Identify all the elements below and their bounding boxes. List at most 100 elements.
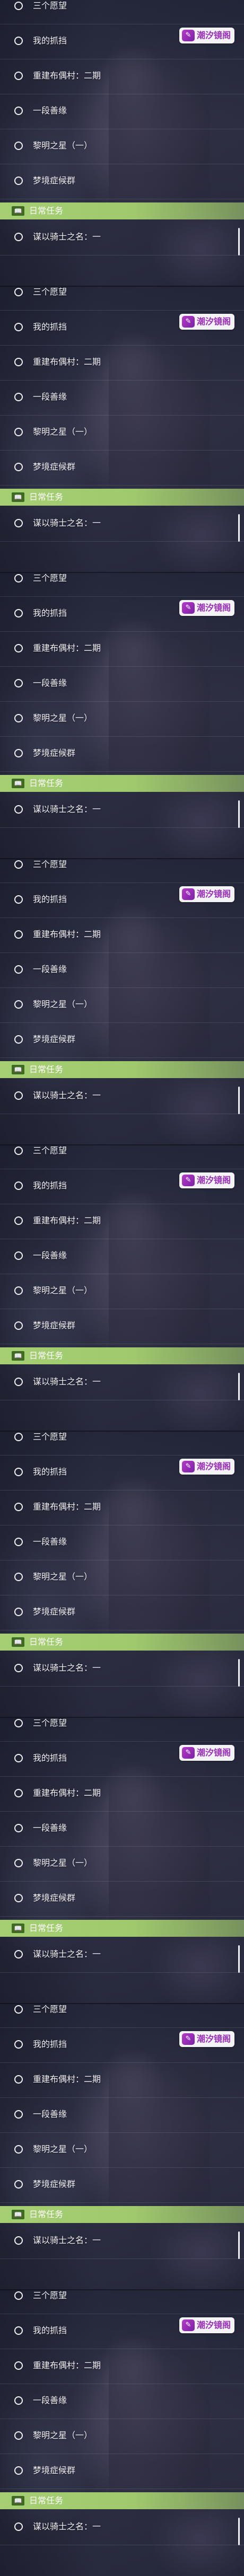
quest-item[interactable]: 梦境症候群 — [0, 1023, 244, 1058]
quest-item[interactable]: 梦境症候群 — [0, 1882, 244, 1917]
quest-item[interactable]: 黎明之星（一） — [0, 2419, 244, 2454]
quest-label: 谋以骑士之名：一 — [33, 2235, 101, 2245]
quest-label: 重建布偶村：二期 — [33, 1502, 101, 1512]
quest-item[interactable]: 三个愿望 — [0, 2290, 244, 2314]
watermark-badge: ✎ 潮汐镜阁 — [179, 1172, 234, 1188]
scrollbar-thumb[interactable] — [238, 1945, 240, 1973]
quest-item[interactable]: 一段善缘 — [0, 1812, 244, 1847]
quest-item[interactable]: 三个愿望 — [0, 2004, 244, 2028]
quest-item[interactable]: 黎明之星（一） — [0, 129, 244, 164]
quest-item[interactable]: 三个愿望 — [0, 572, 244, 597]
quest-item[interactable]: 重建布偶村：二期 — [0, 632, 244, 667]
quest-item[interactable]: 三个愿望 — [0, 286, 244, 311]
quest-item[interactable]: 黎明之星（一） — [0, 1847, 244, 1882]
quest-item[interactable]: 三个愿望 — [0, 1145, 244, 1169]
scrollbar-thumb[interactable] — [238, 1087, 240, 1114]
quest-item[interactable]: 重建布偶村：二期 — [0, 1204, 244, 1239]
quest-item[interactable]: 重建布偶村：二期 — [0, 918, 244, 953]
quest-item[interactable]: 黎明之星（一） — [0, 1274, 244, 1309]
quest-label: 一段善缘 — [33, 105, 67, 116]
watermark-text: 潮汐镜阁 — [197, 1461, 231, 1471]
panel-divider — [0, 2003, 244, 2004]
daily-quests-header[interactable]: 📖 日常任务 — [0, 489, 244, 506]
quest-item[interactable]: 梦境症候群 — [0, 737, 244, 772]
scrollbar-thumb[interactable] — [238, 2231, 240, 2259]
quest-item-daily[interactable]: 谋以骑士之名：一 — [0, 2510, 244, 2545]
quest-item[interactable]: 重建布偶村：二期 — [0, 2063, 244, 2098]
book-icon: 📖 — [12, 1065, 24, 1074]
radio-circle-icon — [14, 930, 23, 939]
quest-item-daily[interactable]: 谋以骑士之名：一 — [0, 1652, 244, 1687]
scrollbar-thumb[interactable] — [238, 1659, 240, 1687]
quest-item[interactable]: 一段善缘 — [0, 1239, 244, 1274]
quest-item[interactable]: 一段善缘 — [0, 2098, 244, 2133]
quest-item[interactable]: 三个愿望 — [0, 1717, 244, 1742]
quest-item-daily[interactable]: 谋以骑士之名：一 — [0, 507, 244, 542]
scrollbar-thumb[interactable] — [238, 228, 240, 255]
daily-quests-header[interactable]: 📖 日常任务 — [0, 1061, 244, 1078]
quest-label: 三个愿望 — [33, 573, 67, 583]
quest-item-daily[interactable]: 谋以骑士之名：一 — [0, 1938, 244, 1973]
panel-divider — [0, 1431, 244, 1432]
quest-item[interactable]: 黎明之星（一） — [0, 416, 244, 451]
quest-item-daily[interactable]: 谋以骑士之名：一 — [0, 793, 244, 828]
daily-quests-header[interactable]: 📖 日常任务 — [0, 1634, 244, 1651]
quest-item-daily[interactable]: 谋以骑士之名：一 — [0, 220, 244, 255]
quest-item[interactable]: 重建布偶村：二期 — [0, 2349, 244, 2384]
radio-circle-icon — [14, 714, 23, 722]
quest-item[interactable]: 三个愿望 — [0, 859, 244, 883]
radio-circle-icon — [14, 1433, 23, 1441]
book-icon: 📖 — [12, 2210, 24, 2219]
quest-item[interactable]: 一段善缘 — [0, 381, 244, 416]
radio-circle-icon — [14, 358, 23, 366]
scrollbar-thumb[interactable] — [238, 1373, 240, 1400]
quest-item[interactable]: 一段善缘 — [0, 2384, 244, 2419]
scrollbar-thumb[interactable] — [238, 514, 240, 542]
feather-pen-icon: ✎ — [182, 1747, 195, 1759]
radio-circle-icon — [14, 393, 23, 401]
quest-label: 黎明之星（一） — [33, 1858, 93, 1868]
feather-pen-glyph: ✎ — [185, 2321, 191, 2329]
quest-label: 一段善缘 — [33, 1250, 67, 1260]
daily-quests-header[interactable]: 📖 日常任务 — [0, 2206, 244, 2223]
quest-item[interactable]: 黎明之星（一） — [0, 2133, 244, 2168]
quest-label: 一段善缘 — [33, 2395, 67, 2405]
scrollbar-thumb[interactable] — [238, 800, 240, 828]
quest-item[interactable]: 一段善缘 — [0, 667, 244, 702]
quest-item-daily[interactable]: 谋以骑士之名：一 — [0, 2224, 244, 2259]
quest-item[interactable]: 梦境症候群 — [0, 164, 244, 199]
quest-item[interactable]: 一段善缘 — [0, 953, 244, 988]
radio-circle-icon — [14, 1859, 23, 1867]
radio-circle-icon — [14, 2466, 23, 2475]
daily-quests-header[interactable]: 📖 日常任务 — [0, 202, 244, 219]
quest-item[interactable]: 重建布偶村：二期 — [0, 1490, 244, 1525]
quest-item[interactable]: 重建布偶村：二期 — [0, 346, 244, 381]
quest-item[interactable]: 梦境症候群 — [0, 451, 244, 486]
daily-quests-header[interactable]: 📖 日常任务 — [0, 2492, 244, 2509]
quest-item[interactable]: 一段善缘 — [0, 1525, 244, 1560]
quest-item[interactable]: 重建布偶村：二期 — [0, 59, 244, 94]
quest-item[interactable]: 梦境症候群 — [0, 2168, 244, 2203]
daily-quests-header[interactable]: 📖 日常任务 — [0, 775, 244, 792]
quest-label: 梦境症候群 — [33, 462, 76, 472]
quest-item[interactable]: 梦境症候群 — [0, 1595, 244, 1630]
quest-item-daily[interactable]: 谋以骑士之名：一 — [0, 1365, 244, 1400]
quest-item[interactable]: 黎明之星（一） — [0, 1560, 244, 1595]
quest-label: 黎明之星（一） — [33, 713, 93, 723]
quest-item[interactable]: 黎明之星（一） — [0, 702, 244, 737]
daily-quests-header[interactable]: 📖 日常任务 — [0, 1920, 244, 1937]
section-title: 日常任务 — [29, 1923, 64, 1933]
quest-panel: 三个愿望 我的抓挡 重建布偶村：二期 一段善缘 黎明之星（一） 梦境症候群 📖 日常任务 谋以骑… — [0, 859, 244, 1145]
quest-item[interactable]: 重建布偶村：二期 — [0, 1777, 244, 1812]
quest-item-daily[interactable]: 谋以骑士之名：一 — [0, 1079, 244, 1114]
quest-item[interactable]: 一段善缘 — [0, 94, 244, 129]
quest-item[interactable]: 梦境症候群 — [0, 2454, 244, 2489]
quest-item[interactable]: 梦境症候群 — [0, 1309, 244, 1344]
quest-item[interactable]: 三个愿望 — [0, 0, 244, 24]
daily-quests-header[interactable]: 📖 日常任务 — [0, 1347, 244, 1364]
quest-item[interactable]: 三个愿望 — [0, 1431, 244, 1455]
scrollbar-thumb[interactable] — [238, 2518, 240, 2545]
radio-circle-icon — [14, 177, 23, 185]
quest-item[interactable]: 黎明之星（一） — [0, 988, 244, 1023]
quest-label: 我的抓挡 — [33, 1180, 67, 1190]
